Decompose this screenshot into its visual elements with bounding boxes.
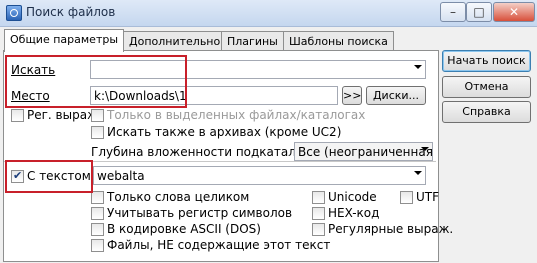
case-sensitive-checkbox[interactable] xyxy=(91,207,104,220)
whole-words-label: Только слова целиком xyxy=(107,190,250,204)
tab-advanced[interactable]: Дополнительно xyxy=(123,31,227,51)
utf8-checkbox[interactable] xyxy=(400,191,413,204)
text-regex-label: Регулярные выраж. xyxy=(328,222,454,236)
highlight-box xyxy=(5,160,93,193)
close-button[interactable]: ✕ xyxy=(493,2,535,22)
regex-checkbox[interactable] xyxy=(11,109,24,122)
depth-select[interactable]: Все (неограниченная xyxy=(294,142,433,161)
title-bar: Поиск файлов – □ ✕ xyxy=(0,0,537,27)
case-sensitive-label: Учитывать регистр символов xyxy=(107,206,293,220)
highlight-box xyxy=(5,55,187,108)
maximize-button[interactable]: □ xyxy=(466,2,492,22)
close-icon: ✕ xyxy=(508,5,520,19)
not-containing-label: Файлы, НЕ содержащие этот текст xyxy=(107,238,331,252)
archives-checkbox[interactable] xyxy=(91,126,104,139)
cancel-button[interactable]: Отмена xyxy=(442,76,531,98)
hex-checkbox[interactable] xyxy=(312,207,325,220)
utf8-label: UTF xyxy=(416,190,440,204)
unicode-label: Unicode xyxy=(328,190,377,204)
selected-only-label: Только в выделенных файлах/каталогах xyxy=(107,108,366,122)
window-title: Поиск файлов xyxy=(26,5,116,19)
minimize-button[interactable]: – xyxy=(440,2,466,22)
archives-label: Искать также в архивах (кроме UC2) xyxy=(107,125,342,139)
help-button[interactable]: Справка xyxy=(442,101,531,123)
tab-plugins[interactable]: Плагины xyxy=(221,31,284,51)
drives-button[interactable]: Диски... xyxy=(366,86,426,105)
not-containing-checkbox[interactable] xyxy=(91,239,104,252)
search-files-icon xyxy=(6,5,22,21)
chevron-down-icon[interactable] xyxy=(414,171,422,175)
tab-search-templates[interactable]: Шаблоны поиска xyxy=(283,31,394,51)
minimize-icon: – xyxy=(450,5,456,19)
depth-select-value: Все (неограниченная xyxy=(298,145,433,159)
maximize-icon: □ xyxy=(473,5,485,19)
hex-label: HEX-код xyxy=(328,206,380,220)
start-search-button[interactable]: Начать поиск xyxy=(442,50,531,72)
browse-button[interactable]: >> xyxy=(342,86,362,105)
chevron-down-icon[interactable] xyxy=(421,147,429,151)
depth-label: Глубина вложенности подкаталог xyxy=(91,145,310,159)
find-files-window: Поиск файлов – □ ✕ Общие параметры Допол… xyxy=(0,0,537,263)
tab-general[interactable]: Общие параметры xyxy=(4,29,125,52)
unicode-checkbox[interactable] xyxy=(312,191,325,204)
text-input-value: webalta xyxy=(97,169,145,183)
chevron-down-icon[interactable] xyxy=(414,65,422,69)
ascii-dos-label: В кодировке ASCII (DOS) xyxy=(107,222,261,236)
text-input[interactable]: webalta xyxy=(93,166,426,185)
ascii-dos-checkbox[interactable] xyxy=(91,223,104,236)
selected-only-checkbox[interactable] xyxy=(91,109,104,122)
text-regex-checkbox[interactable] xyxy=(312,223,325,236)
